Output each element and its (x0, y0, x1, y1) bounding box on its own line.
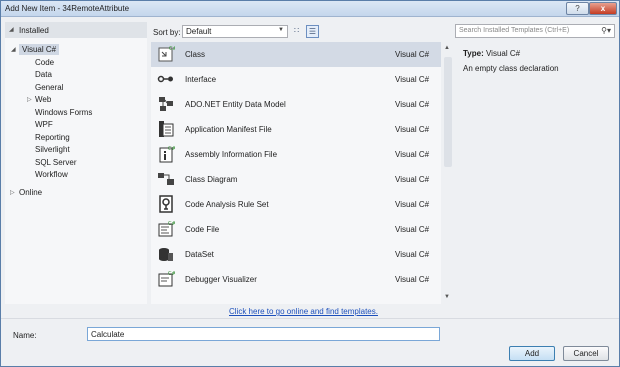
class-diagram-icon (158, 173, 174, 185)
tree-item-code[interactable]: Code (35, 58, 54, 67)
interface-icon (157, 75, 173, 83)
collapse-arrow-icon[interactable]: ◢ (11, 46, 16, 53)
template-list-pane: Sort by: Default ▼ ∷ ☰ C# Class Visual C… (151, 22, 455, 304)
template-details-pane: Search Installed Templates (Ctrl+E) ⚲▾ T… (455, 22, 617, 304)
template-language: Visual C# (395, 175, 430, 184)
template-language: Visual C# (395, 50, 430, 59)
close-button[interactable]: x (589, 2, 617, 15)
tree-item-sql-server[interactable]: SQL Server (35, 158, 77, 167)
template-language: Visual C# (395, 250, 430, 259)
tree-item-visual-csharp[interactable]: Visual C# (19, 44, 60, 55)
template-language: Visual C# (395, 275, 430, 284)
chevron-down-icon: ▼ (278, 27, 284, 33)
template-description: An empty class declaration (463, 64, 559, 73)
sort-by-value: Default (186, 27, 212, 36)
online-templates-link[interactable]: Click here to go online and find templat… (229, 307, 378, 316)
svg-text:C#: C# (168, 271, 175, 277)
entity-model-icon (159, 97, 173, 111)
template-list-scrollbar[interactable]: ▲ ▼ (442, 42, 454, 304)
tree-item-workflow[interactable]: Workflow (35, 170, 68, 179)
tree-item-general[interactable]: General (35, 83, 63, 92)
template-row-dataset[interactable]: DataSet Visual C# (151, 242, 441, 267)
template-row-class[interactable]: C# Class Visual C# (151, 42, 441, 67)
template-name: Class (185, 50, 206, 59)
template-name: Code File (185, 225, 220, 234)
template-list: C# Class Visual C# Interface Visual C# (151, 42, 441, 304)
svg-text:C#: C# (168, 221, 175, 227)
tree-item-data[interactable]: Data (35, 70, 52, 79)
template-name: Debugger Visualizer (185, 275, 257, 284)
template-row-debugger-visualizer[interactable]: C# Debugger Visualizer Visual C# (151, 267, 441, 292)
title-bar[interactable]: Add New Item - 34RemoteAttribute ? x (1, 1, 619, 17)
add-button[interactable]: Add (509, 346, 555, 361)
template-language: Visual C# (395, 150, 430, 159)
template-name: Class Diagram (185, 175, 238, 184)
template-row-application-manifest-file[interactable]: Application Manifest File Visual C# (151, 117, 441, 142)
manifest-icon (159, 121, 174, 137)
template-language: Visual C# (395, 200, 430, 209)
template-language: Visual C# (395, 125, 430, 134)
class-icon: C# (158, 46, 175, 62)
list-view-icon[interactable]: ☰ (306, 25, 319, 38)
sort-by-label: Sort by: (153, 28, 181, 37)
svg-text:C#: C# (168, 146, 175, 152)
tree-item-wpf[interactable]: WPF (35, 120, 53, 129)
type-value: Visual C# (485, 49, 521, 58)
scroll-down-icon[interactable]: ▼ (444, 294, 450, 300)
template-name: Application Manifest File (185, 125, 272, 134)
template-name: Code Analysis Rule Set (185, 200, 269, 209)
expand-arrow-icon[interactable]: ▷ (27, 96, 32, 103)
dialog-footer: Name: Calculate Add Cancel (1, 318, 619, 366)
svg-text:C#: C# (169, 46, 175, 52)
help-button[interactable]: ? (566, 2, 589, 15)
template-language: Visual C# (395, 75, 430, 84)
template-row-class-diagram[interactable]: Class Diagram Visual C# (151, 167, 441, 192)
installed-node[interactable]: ◢ Installed (5, 22, 147, 38)
code-file-icon: C# (158, 221, 175, 237)
type-label: Type: (463, 49, 484, 58)
template-row-code-file[interactable]: C# Code File Visual C# (151, 217, 441, 242)
search-placeholder: Search Installed Templates (Ctrl+E) (459, 27, 570, 34)
template-language: Visual C# (395, 225, 430, 234)
debugger-visualizer-icon: C# (158, 271, 175, 287)
tree-item-web[interactable]: Web (35, 95, 51, 104)
scroll-thumb[interactable] (444, 57, 452, 167)
template-row-interface[interactable]: Interface Visual C# (151, 67, 441, 92)
template-row-ado-net-entity-data-model[interactable]: ADO.NET Entity Data Model Visual C# (151, 92, 441, 117)
expand-arrow-icon[interactable]: ▷ (10, 189, 15, 196)
template-name: ADO.NET Entity Data Model (185, 100, 286, 109)
window-title: Add New Item - 34RemoteAttribute (5, 4, 130, 13)
collapse-arrow-icon[interactable]: ◢ (9, 26, 14, 33)
template-type: Type: Visual C# (463, 49, 520, 58)
tree-item-reporting[interactable]: Reporting (35, 133, 70, 142)
template-row-assembly-information-file[interactable]: C# Assembly Information File Visual C# (151, 142, 441, 167)
template-name: Assembly Information File (185, 150, 278, 159)
tree-item-silverlight[interactable]: Silverlight (35, 145, 70, 154)
name-field[interactable]: Calculate (87, 327, 440, 341)
search-installed-templates-input[interactable]: Search Installed Templates (Ctrl+E) ⚲▾ (455, 24, 615, 38)
rule-set-icon (159, 195, 173, 213)
template-category-tree: ◢ Installed ◢ Visual C# Code Data Genera… (5, 22, 147, 304)
medium-icons-view-icon[interactable]: ∷ (290, 25, 303, 38)
name-label: Name: (13, 331, 37, 340)
assembly-info-icon: C# (159, 146, 175, 163)
installed-label: Installed (19, 26, 49, 35)
sort-bar: Sort by: Default ▼ ∷ ☰ (151, 22, 455, 42)
dataset-icon (159, 248, 173, 261)
search-icon[interactable]: ⚲▾ (601, 26, 611, 35)
scroll-up-icon[interactable]: ▲ (444, 45, 450, 51)
template-language: Visual C# (395, 100, 430, 109)
tree-item-online[interactable]: Online (19, 188, 42, 197)
template-name: DataSet (185, 250, 214, 259)
add-new-item-dialog: Add New Item - 34RemoteAttribute ? x ◢ I… (0, 0, 620, 367)
template-row-code-analysis-rule-set[interactable]: Code Analysis Rule Set Visual C# (151, 192, 441, 217)
name-value: Calculate (91, 330, 125, 339)
cancel-button[interactable]: Cancel (563, 346, 609, 361)
tree-item-windows-forms[interactable]: Windows Forms (35, 108, 92, 117)
sort-by-dropdown[interactable]: Default ▼ (182, 25, 288, 38)
template-name: Interface (185, 75, 217, 84)
